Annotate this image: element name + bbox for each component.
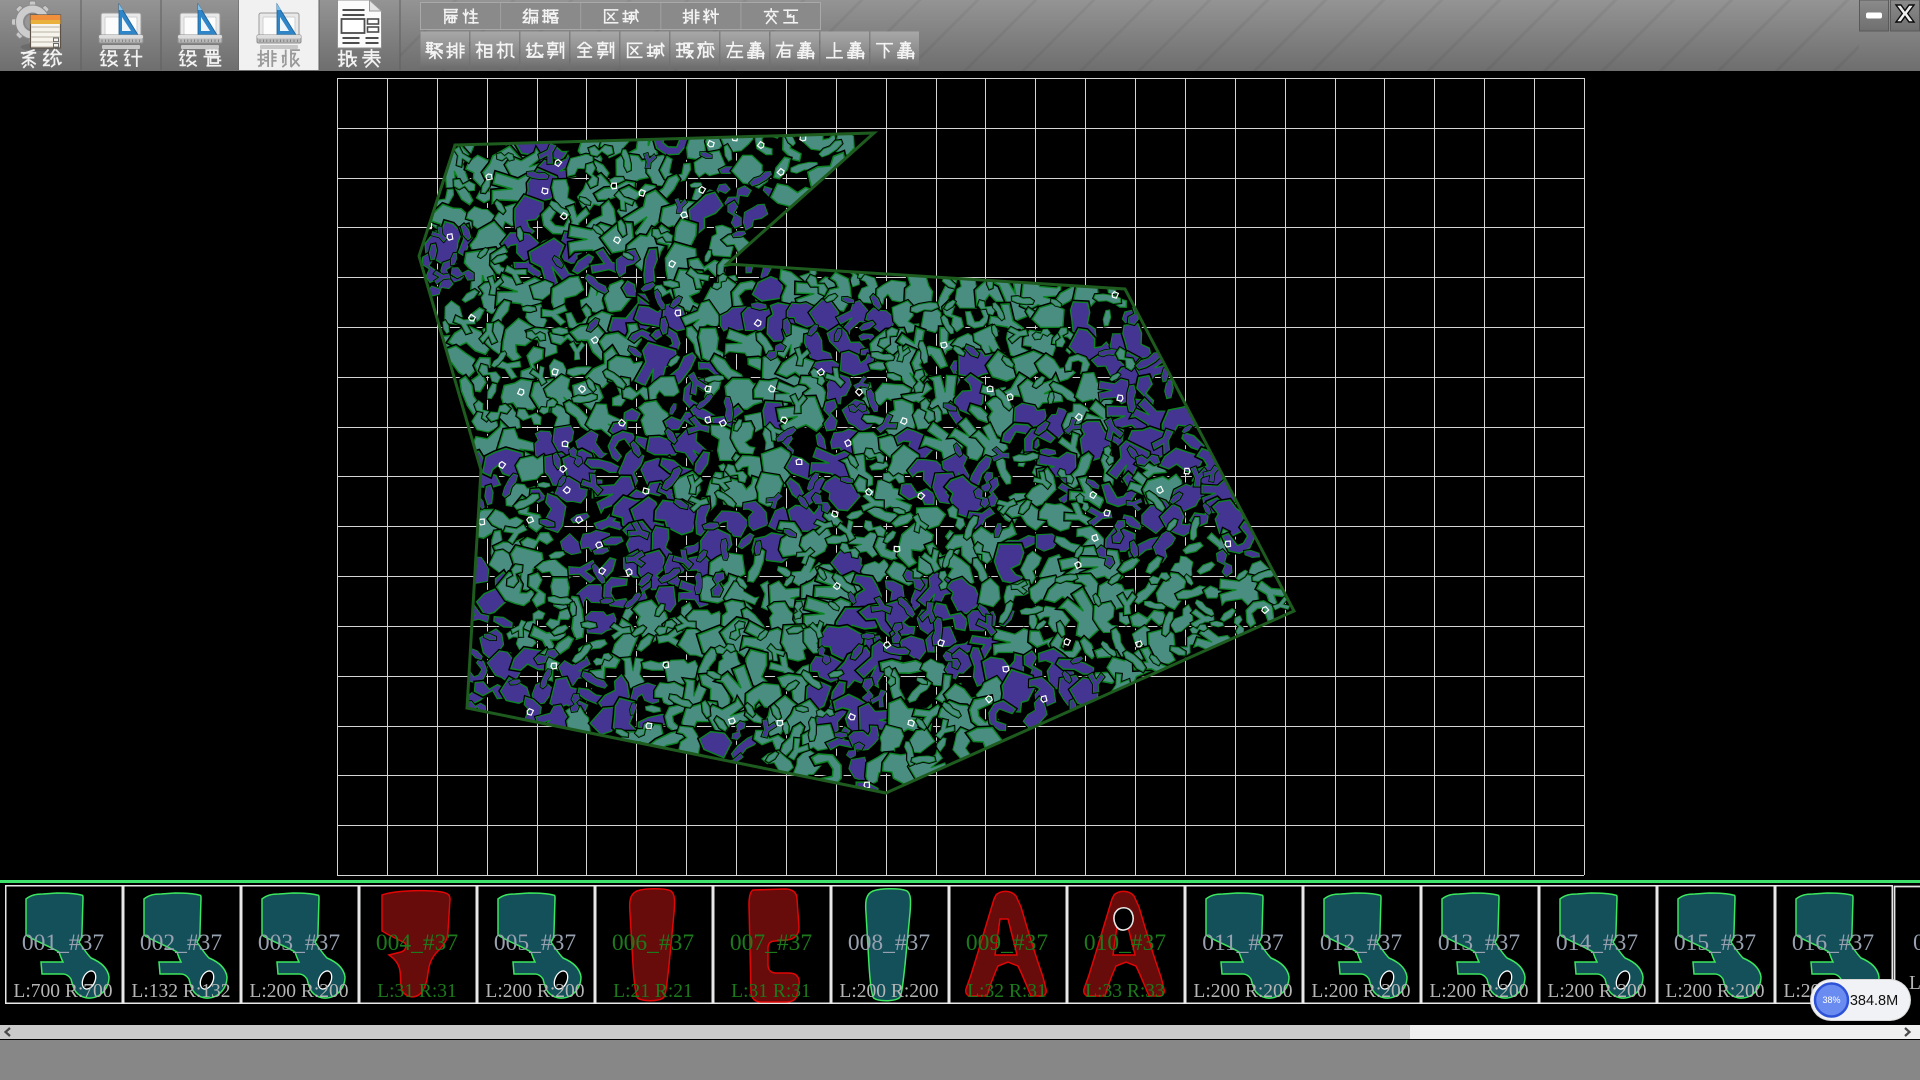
- svg-text:L:132 R:132: L:132 R:132: [131, 981, 230, 1002]
- svg-text:L: L: [1909, 973, 1920, 994]
- svg-text:005_#37: 005_#37: [494, 930, 577, 956]
- svg-text:L:200 R:200: L:200 R:200: [1193, 981, 1292, 1002]
- svg-text:L:200 R:200: L:200 R:200: [1547, 981, 1646, 1002]
- svg-text:L:200 R:200: L:200 R:200: [1311, 981, 1410, 1002]
- svg-text:0: 0: [1913, 930, 1920, 956]
- svg-text:013_#37: 013_#37: [1438, 930, 1521, 956]
- svg-text:009_#37: 009_#37: [966, 930, 1049, 956]
- svg-text:L:700 R:700: L:700 R:700: [13, 981, 112, 1002]
- svg-text:38%: 38%: [1822, 995, 1840, 1005]
- svg-text:L:200 R:200: L:200 R:200: [1429, 981, 1528, 1002]
- svg-text:008_#37: 008_#37: [848, 930, 931, 956]
- svg-text:L:200 R:200: L:200 R:200: [839, 981, 938, 1002]
- svg-text:011_#37: 011_#37: [1202, 930, 1284, 956]
- svg-text:L:200 R:200: L:200 R:200: [249, 981, 348, 1002]
- svg-text:015_#37: 015_#37: [1674, 930, 1757, 956]
- svg-text:L:21 R:21: L:21 R:21: [613, 981, 693, 1002]
- svg-text:003_#37: 003_#37: [258, 930, 341, 956]
- svg-text:L:32 R:31: L:32 R:31: [967, 981, 1047, 1002]
- svg-text:014_#37: 014_#37: [1556, 930, 1639, 956]
- svg-text:L:200 R:200: L:200 R:200: [485, 981, 584, 1002]
- svg-text:L:31 R:31: L:31 R:31: [377, 981, 457, 1002]
- svg-text:001_#37: 001_#37: [22, 930, 105, 956]
- svg-text:016_#37: 016_#37: [1792, 930, 1875, 956]
- svg-text:L:200 R:200: L:200 R:200: [1665, 981, 1764, 1002]
- svg-text:004_#37: 004_#37: [376, 930, 459, 956]
- svg-text:L:33 R:33: L:33 R:33: [1085, 981, 1165, 1002]
- svg-text:007_#37: 007_#37: [730, 930, 813, 956]
- svg-text:010_#37: 010_#37: [1084, 930, 1167, 956]
- svg-text:384.8M: 384.8M: [1850, 993, 1898, 1009]
- svg-text:002_#37: 002_#37: [140, 930, 223, 956]
- svg-text:012_#37: 012_#37: [1320, 930, 1403, 956]
- svg-text:L:31 R:31: L:31 R:31: [731, 981, 811, 1002]
- svg-text:006_#37: 006_#37: [612, 930, 695, 956]
